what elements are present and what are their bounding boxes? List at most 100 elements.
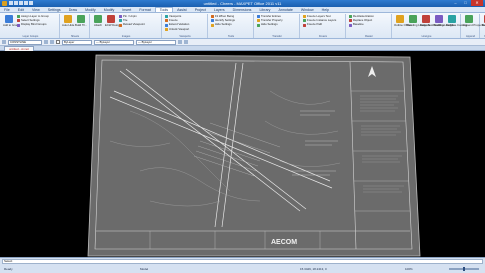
- drawing-canvas[interactable]: AECOM: [0, 51, 485, 257]
- ribbon-small-button[interactable]: Pin / Unpin: [119, 14, 137, 19]
- ribbon-group-label: Bearings: [481, 35, 485, 38]
- ribbon-group-5: Transfer Entries Transfer Property Hide Se…: [255, 14, 300, 38]
- ribbon-small-label: Display Bind Groups: [21, 22, 47, 27]
- ribbon-button[interactable]: Outline Offset: [394, 15, 412, 27]
- match-properties-icon[interactable]: [184, 40, 188, 44]
- lineweight-combo[interactable]: — ByLayer: [136, 39, 176, 45]
- ribbon-small-icon: [349, 23, 352, 27]
- color-combo[interactable]: ByLayer: [62, 39, 92, 45]
- layer-combo[interactable]: CONSTLINE: [8, 39, 42, 45]
- ribbon-small-button[interactable]: Freeze Path: [303, 22, 323, 27]
- ribbon-button-label: Build Til...: [75, 23, 88, 27]
- ribbon-small-icon: [257, 19, 260, 23]
- tab-3[interactable]: Settings: [44, 7, 65, 12]
- tab-1[interactable]: Edit: [14, 7, 28, 12]
- tab-12[interactable]: Layers: [210, 7, 229, 12]
- ribbon-group-10: Bearings Doc OutBearings: [481, 14, 485, 38]
- window-title: untitled - Cheers - MAXPET Office 2011 v…: [203, 1, 282, 6]
- ribbon-small-button[interactable]: Display Bind Groups: [17, 22, 47, 27]
- ribbon-tool-icon: [409, 15, 417, 23]
- command-line[interactable]: Select: [2, 259, 483, 264]
- close-button[interactable]: ✕: [471, 0, 483, 6]
- tab-6[interactable]: Modify: [100, 7, 119, 12]
- tab-10[interactable]: Assist: [173, 7, 191, 12]
- ribbon-button[interactable]: Reading Linetypes: [407, 15, 430, 27]
- tab-15[interactable]: Annotate: [274, 7, 296, 12]
- ribbon-button[interactable]: Attach: [92, 15, 104, 27]
- tab-13[interactable]: Dimensions: [229, 7, 256, 12]
- ribbon-small-icon: [119, 19, 122, 23]
- maximize-button[interactable]: □: [461, 0, 470, 6]
- ready-status: Ready: [4, 267, 13, 271]
- tab-8[interactable]: Format: [135, 7, 154, 12]
- linetype-combo[interactable]: — ByLayer: [94, 39, 134, 45]
- ribbon-small-icon: [119, 15, 122, 19]
- ribbon-group-label: Append: [466, 35, 475, 38]
- ribbon-small-icon: [17, 19, 20, 23]
- ribbon-small-label: Unlock Viewport: [169, 26, 190, 31]
- tab-0[interactable]: File: [0, 7, 14, 12]
- ribbon-small-icon: [165, 19, 168, 23]
- ribbon-tool-icon: [64, 15, 72, 23]
- ribbon-group-label: Linetype: [421, 35, 432, 38]
- tab-16[interactable]: Window: [297, 7, 318, 12]
- ribbon-group-label: Freeze: [318, 35, 328, 38]
- ribbon-group-8: Outline Offset Reading Linetypes Make Best…: [393, 14, 467, 38]
- ribbon-button[interactable]: Multiline Cooking: [446, 15, 467, 27]
- layer-state-icon[interactable]: [44, 40, 48, 44]
- ribbon-small-label: Reload Viewpoint: [123, 22, 145, 27]
- coordinate-readout: 15.3429, 18.2413, 0: [300, 267, 327, 271]
- ribbon-button[interactable]: Add to Group: [3, 15, 20, 27]
- ribbon-tool-icon: [396, 15, 404, 23]
- ribbon-group-label: Images: [121, 35, 131, 38]
- ribbon-small-icon: [211, 19, 214, 23]
- tab-7[interactable]: Insert: [118, 7, 135, 12]
- ribbon-button[interactable]: ECW Design: [105, 15, 122, 27]
- tab-11[interactable]: Project: [191, 7, 210, 12]
- properties-icon[interactable]: [178, 40, 182, 44]
- ribbon-small-button[interactable]: Hide Settings: [257, 22, 278, 27]
- ribbon-tool-icon: [94, 15, 102, 23]
- ribbon-group-label: Raster: [365, 35, 373, 38]
- ribbon-small-icon: [165, 15, 168, 19]
- ribbon-small-label: Freeze Path: [307, 22, 323, 27]
- minimize-button[interactable]: –: [451, 0, 460, 6]
- ribbon-button[interactable]: Build Til...: [75, 15, 87, 27]
- layer-previous-icon[interactable]: [50, 40, 54, 44]
- ribbon-button[interactable]: Auto Hide: [62, 15, 74, 27]
- ribbon-group-label: Layer Groups: [22, 35, 39, 38]
- ribbon-button-label: ECW Design: [105, 23, 122, 27]
- tab-5[interactable]: Modify: [81, 7, 100, 12]
- ribbon-button[interactable]: Make Best Multiline: [420, 15, 444, 27]
- ribbon-small-button[interactable]: Unlock Viewport: [165, 26, 190, 31]
- tab-4[interactable]: Draw: [65, 7, 81, 12]
- color-swatch-icon: [56, 40, 60, 44]
- tab-2[interactable]: View: [28, 7, 44, 12]
- ribbon-small-button[interactable]: Baseline: [349, 22, 364, 27]
- drawing-sheet: AECOM: [87, 54, 421, 257]
- tab-14[interactable]: Library: [255, 7, 274, 12]
- ribbon-tool-icon: [77, 15, 85, 23]
- ribbon-group-6: Freeze Layers Text Freeze Instance Layers…: [301, 14, 346, 38]
- ribbon-group-4: Fit When Being Identify Settings Hide Sett…: [209, 14, 254, 38]
- model-space-toggle[interactable]: Model: [140, 266, 148, 273]
- tab-17[interactable]: Help: [318, 7, 333, 12]
- layer-manager-icon[interactable]: [2, 40, 6, 44]
- ribbon-button-label: Reading Linetype: [433, 23, 455, 27]
- zoom-slider[interactable]: [449, 267, 479, 271]
- ribbon-tool-icon: [435, 15, 443, 23]
- ribbon-button[interactable]: Append Properties: [463, 15, 485, 27]
- ribbon-group-label: Transfer: [272, 35, 282, 38]
- ribbon-small-icon: [211, 23, 214, 27]
- tab-9[interactable]: Tools: [154, 7, 174, 12]
- zoom-slider-thumb[interactable]: [463, 267, 465, 271]
- ribbon-small-button[interactable]: Hide Settings: [211, 22, 232, 27]
- ribbon-small-icon: [349, 15, 352, 19]
- ribbon-button-label: Outline Offset: [394, 23, 412, 27]
- ribbon-button[interactable]: Reading Linetype: [433, 15, 455, 27]
- properties-toolbar: CONSTLINE ByLayer — ByLayer — ByLayer: [0, 39, 485, 46]
- ribbon-small-button[interactable]: Reload Viewpoint: [119, 22, 145, 27]
- ribbon-small-label: Hide Settings: [215, 22, 232, 27]
- ribbon-tool-icon: [107, 15, 115, 23]
- ribbon-tool-icon: [448, 15, 456, 23]
